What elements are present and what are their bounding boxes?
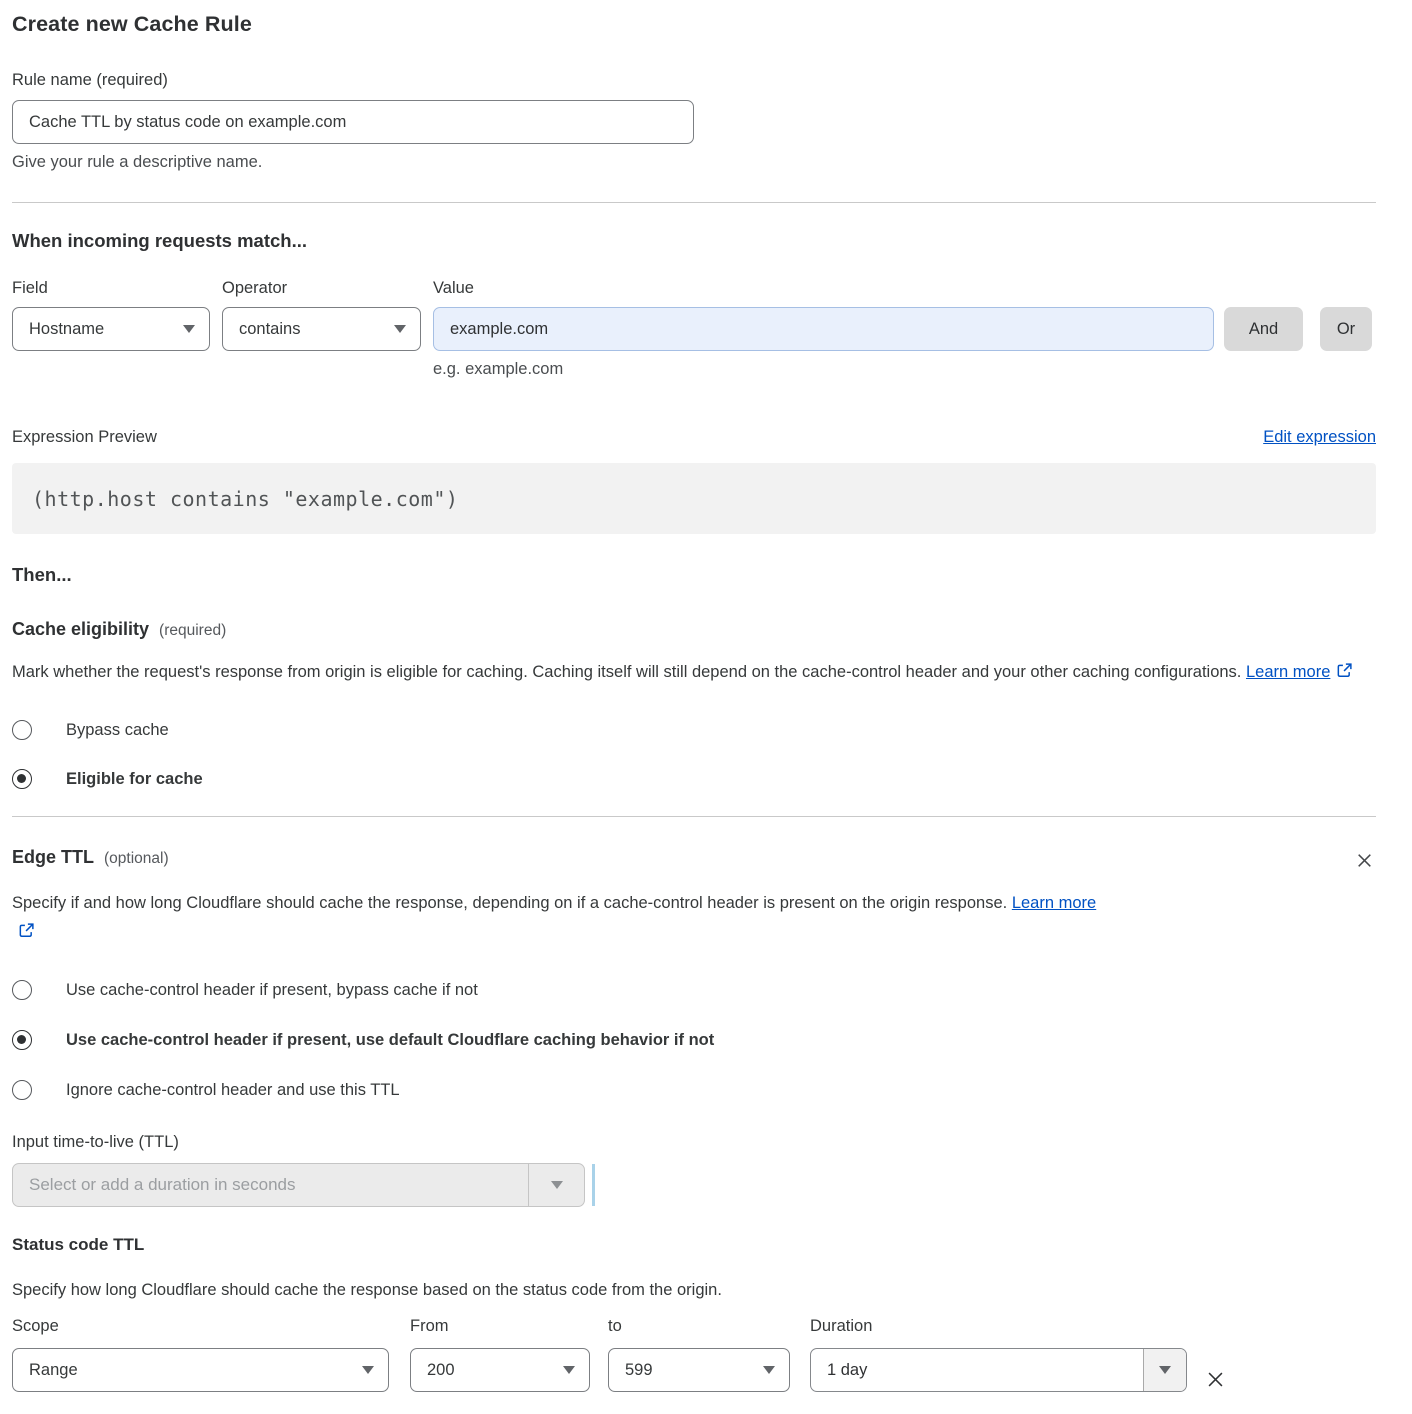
duration-select[interactable]: 1 day xyxy=(810,1348,1187,1392)
or-button[interactable]: Or xyxy=(1320,307,1372,351)
cache-eligibility-heading: Cache eligibility xyxy=(12,619,149,640)
chevron-down-icon xyxy=(183,325,195,333)
rule-name-help: Give your rule a descriptive name. xyxy=(12,153,1376,172)
scope-select[interactable]: Range xyxy=(12,1348,389,1392)
edge-ttl-description: Specify if and how long Cloudflare shoul… xyxy=(12,889,1117,949)
match-heading: When incoming requests match... xyxy=(12,230,1376,252)
edge-ttl-option-bypass-label[interactable]: Use cache-control header if present, byp… xyxy=(66,981,478,1000)
value-help: e.g. example.com xyxy=(433,360,1376,379)
cache-eligibility-learn-more-link[interactable]: Learn more xyxy=(1246,663,1330,681)
edge-ttl-learn-more-link[interactable]: Learn more xyxy=(1012,894,1096,912)
edge-ttl-option-ignore-label[interactable]: Ignore cache-control header and use this… xyxy=(66,1081,400,1100)
from-select-value: 200 xyxy=(427,1361,455,1380)
and-button[interactable]: And xyxy=(1224,307,1303,351)
chevron-down-icon xyxy=(362,1366,374,1374)
external-link-icon xyxy=(1336,660,1353,689)
expression-code: (http.host contains "example.com") xyxy=(12,463,1376,534)
to-select[interactable]: 599 xyxy=(608,1348,790,1392)
page-title: Create new Cache Rule xyxy=(12,12,1376,37)
chevron-down-icon xyxy=(394,325,406,333)
field-label: Field xyxy=(12,279,222,298)
edge-ttl-optional-tag: (optional) xyxy=(104,850,169,868)
scope-label: Scope xyxy=(12,1317,389,1336)
eligible-for-cache-radio[interactable] xyxy=(12,769,32,789)
edge-ttl-description-text: Specify if and how long Cloudflare shoul… xyxy=(12,894,1007,912)
edge-ttl-option-bypass-radio[interactable] xyxy=(12,980,32,1000)
edge-ttl-option-default-radio[interactable] xyxy=(12,1030,32,1050)
cache-eligibility-description-text: Mark whether the request's response from… xyxy=(12,663,1241,681)
ttl-duration-select[interactable]: Select or add a duration in seconds xyxy=(12,1163,585,1207)
operator-select[interactable]: contains xyxy=(222,307,421,351)
edge-ttl-close-button[interactable] xyxy=(1353,849,1376,875)
ttl-duration-placeholder: Select or add a duration in seconds xyxy=(13,1164,528,1206)
duration-label: Duration xyxy=(810,1317,1187,1336)
chevron-down-icon xyxy=(1143,1349,1186,1391)
rule-name-input[interactable] xyxy=(12,100,694,144)
close-icon xyxy=(1355,858,1374,873)
text-cursor-bar xyxy=(592,1164,595,1206)
edit-expression-link[interactable]: Edit expression xyxy=(1263,428,1376,447)
expression-code-text: (http.host contains "example.com") xyxy=(32,487,458,511)
create-cache-rule-form: Create new Cache Rule Rule name (require… xyxy=(0,0,1412,1414)
scope-select-value: Range xyxy=(29,1361,78,1380)
remove-status-code-row-button[interactable] xyxy=(1203,1367,1228,1395)
edge-ttl-option-ignore-radio[interactable] xyxy=(12,1080,32,1100)
chevron-down-icon xyxy=(528,1164,584,1206)
to-select-value: 599 xyxy=(625,1361,653,1380)
cache-eligibility-required-tag: (required) xyxy=(159,622,226,640)
status-code-ttl-heading: Status code TTL xyxy=(12,1235,1376,1255)
status-code-ttl-description: Specify how long Cloudflare should cache… xyxy=(12,1276,1376,1305)
chevron-down-icon xyxy=(563,1366,575,1374)
duration-select-value: 1 day xyxy=(811,1349,1143,1391)
operator-select-value: contains xyxy=(239,320,300,339)
rule-name-label: Rule name (required) xyxy=(12,71,168,89)
then-heading: Then... xyxy=(12,564,1376,586)
cache-eligibility-description: Mark whether the request's response from… xyxy=(12,658,1372,689)
from-label: From xyxy=(410,1317,590,1336)
edge-ttl-option-default-label[interactable]: Use cache-control header if present, use… xyxy=(66,1031,714,1050)
close-icon xyxy=(1205,1378,1226,1393)
section-divider xyxy=(12,202,1376,203)
expression-preview-label: Expression Preview xyxy=(12,428,157,447)
bypass-cache-radio[interactable] xyxy=(12,720,32,740)
value-input[interactable] xyxy=(433,307,1214,351)
from-select[interactable]: 200 xyxy=(410,1348,590,1392)
field-select[interactable]: Hostname xyxy=(12,307,210,351)
external-link-icon xyxy=(18,920,35,949)
edge-ttl-heading: Edge TTL xyxy=(12,847,94,868)
value-label: Value xyxy=(433,279,474,298)
bypass-cache-radio-label[interactable]: Bypass cache xyxy=(66,721,169,740)
operator-label: Operator xyxy=(222,279,433,298)
field-select-value: Hostname xyxy=(29,320,104,339)
chevron-down-icon xyxy=(763,1366,775,1374)
to-label: to xyxy=(608,1317,790,1336)
eligible-for-cache-radio-label[interactable]: Eligible for cache xyxy=(66,770,203,789)
ttl-input-label: Input time-to-live (TTL) xyxy=(12,1133,1376,1152)
section-divider xyxy=(12,816,1376,817)
